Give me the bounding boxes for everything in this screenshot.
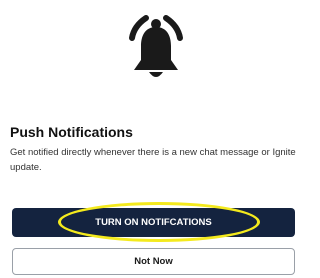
description-text: Get notified directly whenever there is … (10, 147, 296, 173)
turn-on-notifications-button[interactable]: TURN ON NOTIFCATIONS (12, 208, 295, 237)
bell-ringing-icon (112, 8, 200, 88)
not-now-button[interactable]: Not Now (12, 248, 295, 275)
page-title: Push Notifications (10, 124, 133, 140)
